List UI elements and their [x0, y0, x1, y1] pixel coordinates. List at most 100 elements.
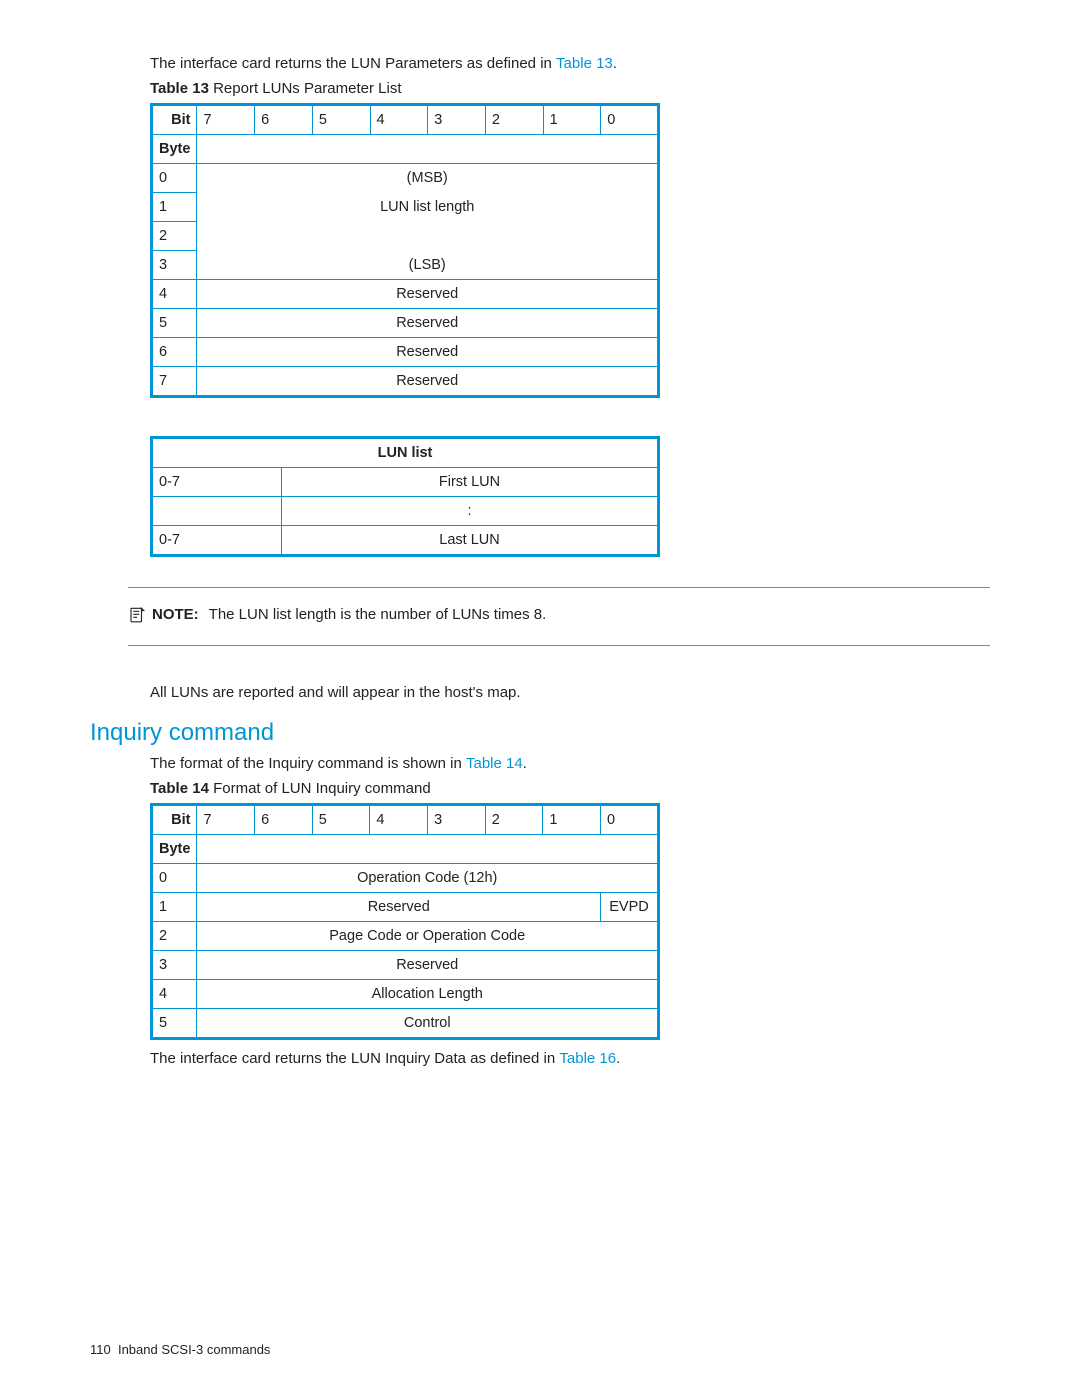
- bit-col-5: 5: [312, 805, 370, 835]
- table13-link[interactable]: Table 13: [556, 55, 613, 72]
- table-row: 1 Reserved EVPD: [152, 893, 659, 922]
- table-header-row: Bit 7 6 5 4 3 2 1 0: [152, 105, 659, 135]
- value-cell: First LUN: [282, 468, 659, 497]
- byte-header-row: Byte: [152, 835, 659, 864]
- value-cell: Last LUN: [282, 526, 659, 556]
- table-row: 5 Control: [152, 1009, 659, 1039]
- value-cell: EVPD: [601, 893, 659, 922]
- table-row: 0 (MSB): [152, 164, 659, 193]
- inquiry-intro-paragraph: The format of the Inquiry command is sho…: [90, 755, 990, 772]
- value-cell: Page Code or Operation Code: [197, 922, 659, 951]
- page-footer: 110 Inband SCSI-3 commands: [90, 1342, 270, 1357]
- page-number: 110: [90, 1342, 111, 1357]
- note-icon: [128, 606, 146, 627]
- byte-cell: 7: [152, 367, 197, 397]
- value-cell: Reserved: [197, 309, 659, 338]
- inquiry-intro-text: The format of the Inquiry command is sho…: [150, 755, 466, 772]
- table14-caption-text: Format of LUN Inquiry command: [209, 780, 431, 797]
- intro-paragraph: The interface card returns the LUN Param…: [90, 55, 990, 72]
- value-cell: Reserved: [197, 338, 659, 367]
- footer-section: Inband SCSI-3 commands: [118, 1342, 270, 1357]
- table-row: 3 Reserved: [152, 951, 659, 980]
- inquiry-command-heading: Inquiry command: [90, 719, 990, 747]
- byte-cell: 0: [152, 864, 197, 893]
- lun-list-header-row: LUN list: [152, 438, 659, 468]
- bit-col-3: 3: [428, 805, 486, 835]
- bit-col-2: 2: [485, 105, 543, 135]
- outro-end: .: [616, 1050, 620, 1067]
- value-cell: Reserved: [197, 893, 601, 922]
- value-cell: :: [282, 497, 659, 526]
- bit-col-6: 6: [255, 805, 313, 835]
- byte-cell: 3: [152, 951, 197, 980]
- value-cell: (LSB): [197, 251, 659, 280]
- all-luns-paragraph: All LUNs are reported and will appear in…: [90, 684, 990, 701]
- value-cell: Operation Code (12h): [197, 864, 659, 893]
- table-row: 4 Reserved: [152, 280, 659, 309]
- value-cell: Allocation Length: [197, 980, 659, 1009]
- table-row: 3 (LSB): [152, 251, 659, 280]
- byte-cell: 2: [152, 922, 197, 951]
- lun-list-header: LUN list: [152, 438, 659, 468]
- table-header-row: Bit 7 6 5 4 3 2 1 0: [152, 805, 659, 835]
- intro-text-end: .: [613, 55, 617, 72]
- table-row: 0-7 Last LUN: [152, 526, 659, 556]
- intro-text: The interface card returns the LUN Param…: [150, 55, 556, 72]
- table13-caption: Table 13 Report LUNs Parameter List: [90, 80, 990, 97]
- bit-col-0: 0: [601, 105, 659, 135]
- table-row: 1 LUN list length: [152, 193, 659, 222]
- table14-caption: Table 14 Format of LUN Inquiry command: [90, 780, 990, 797]
- table13: Bit 7 6 5 4 3 2 1 0 Byte 0 (MSB) 1 LUN l…: [150, 103, 660, 398]
- byte-cell: 6: [152, 338, 197, 367]
- bit-col-2: 2: [485, 805, 543, 835]
- bit-col-1: 1: [543, 805, 601, 835]
- table-row: :: [152, 497, 659, 526]
- value-cell: Reserved: [197, 951, 659, 980]
- byte-cell: 0: [152, 164, 197, 193]
- note-text: The LUN list length is the number of LUN…: [209, 606, 547, 623]
- table-row: 6 Reserved: [152, 338, 659, 367]
- table-row: 4 Allocation Length: [152, 980, 659, 1009]
- empty-cell: [197, 135, 659, 164]
- bit-col-4: 4: [370, 105, 428, 135]
- value-cell: Reserved: [197, 367, 659, 397]
- table14-link[interactable]: Table 14: [466, 755, 523, 772]
- bit-col-0: 0: [601, 805, 659, 835]
- byte-cell: 1: [152, 193, 197, 222]
- byte-cell: 5: [152, 1009, 197, 1039]
- table14-caption-label: Table 14: [150, 780, 209, 797]
- outro-paragraph: The interface card returns the LUN Inqui…: [90, 1050, 990, 1067]
- note-rule-bottom: [128, 645, 990, 646]
- byte-cell: 4: [152, 980, 197, 1009]
- table13-caption-text: Report LUNs Parameter List: [209, 80, 402, 97]
- byte-header: Byte: [152, 835, 197, 864]
- value-cell: (MSB): [197, 164, 659, 193]
- value-cell: Control: [197, 1009, 659, 1039]
- value-cell: Reserved: [197, 280, 659, 309]
- lun-list-table: LUN list 0-7 First LUN : 0-7 Last LUN: [150, 436, 660, 557]
- page: The interface card returns the LUN Param…: [0, 0, 1080, 1397]
- bit-col-7: 7: [197, 105, 255, 135]
- byte-cell: 5: [152, 309, 197, 338]
- bit-col-5: 5: [312, 105, 370, 135]
- table-row: 2: [152, 222, 659, 251]
- table16-link[interactable]: Table 16: [559, 1050, 616, 1067]
- value-cell: LUN list length: [197, 193, 659, 222]
- bit-col-4: 4: [370, 805, 428, 835]
- note-line: NOTE: The LUN list length is the number …: [128, 588, 990, 645]
- note-label: NOTE:: [152, 606, 199, 623]
- bit-col-3: 3: [428, 105, 486, 135]
- byte-cell: 2: [152, 222, 197, 251]
- inquiry-intro-end: .: [523, 755, 527, 772]
- byte-cell: 3: [152, 251, 197, 280]
- table-row: 2 Page Code or Operation Code: [152, 922, 659, 951]
- range-cell: 0-7: [152, 526, 282, 556]
- byte-header-row: Byte: [152, 135, 659, 164]
- bit-col-6: 6: [255, 105, 313, 135]
- table-row: 5 Reserved: [152, 309, 659, 338]
- bit-header: Bit: [152, 805, 197, 835]
- outro-text: The interface card returns the LUN Inqui…: [150, 1050, 559, 1067]
- table-row: 0 Operation Code (12h): [152, 864, 659, 893]
- table-row: 0-7 First LUN: [152, 468, 659, 497]
- bit-col-7: 7: [197, 805, 255, 835]
